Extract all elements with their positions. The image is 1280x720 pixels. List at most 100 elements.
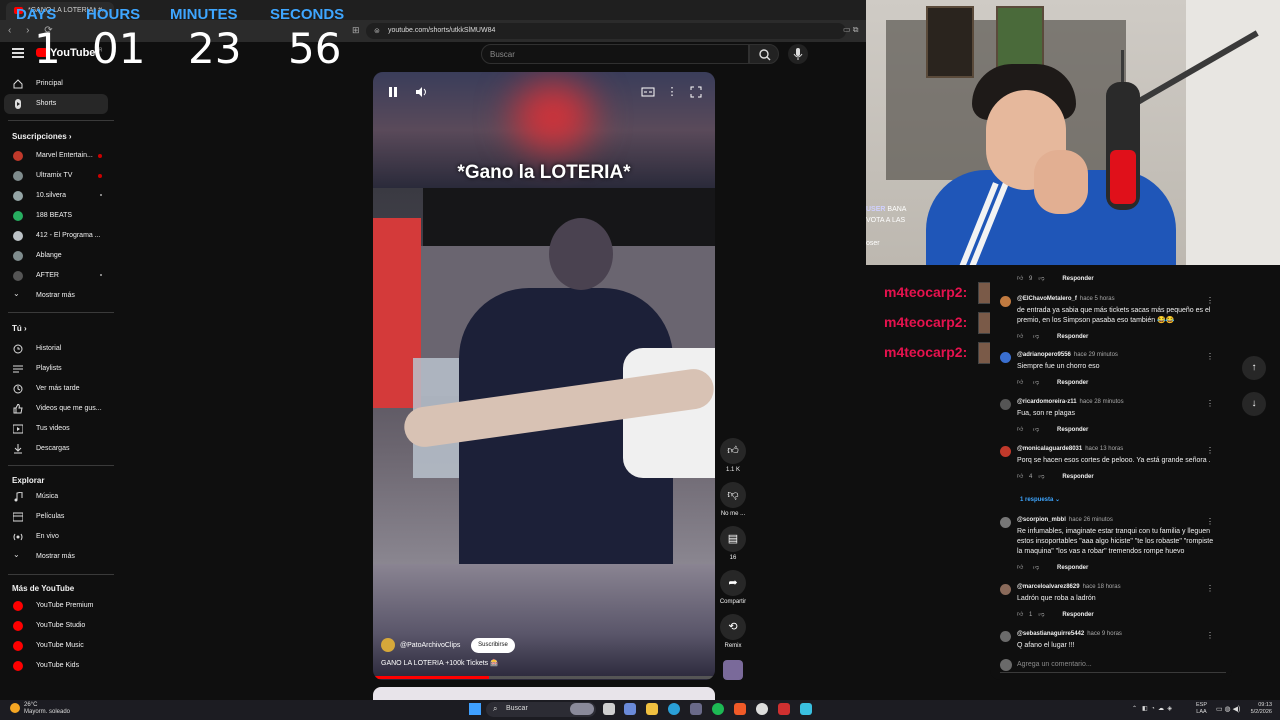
replies-toggle-button[interactable]: 1 respuesta ⌄: [1020, 496, 1060, 503]
add-comment-input[interactable]: Agrega un comentario...: [1000, 659, 1226, 673]
comment-avatar[interactable]: [1000, 446, 1011, 457]
reply-button[interactable]: Responder: [1057, 380, 1088, 386]
network-volume-icons[interactable]: ▭ ◍ ◀): [1216, 705, 1240, 713]
comments-action[interactable]: ▤ 16: [720, 526, 746, 561]
next-short-button[interactable]: ↓: [1242, 392, 1266, 416]
volume-button[interactable]: [414, 85, 428, 99]
sidebar-item-movies[interactable]: Películas: [4, 507, 108, 527]
comment-author[interactable]: @adrianopero9556 hace 29 minutos: [1017, 352, 1118, 358]
more-vert-icon[interactable]: ⋮: [1206, 631, 1214, 640]
site-info-icon[interactable]: ⊜: [374, 27, 380, 35]
comment-author[interactable]: @marceloalvarez8629 hace 18 horas: [1017, 584, 1121, 590]
channel-name[interactable]: @PatoArchivoClips: [400, 642, 460, 649]
previous-short-button[interactable]: ↑: [1242, 356, 1266, 380]
weather-widget[interactable]: 26°C Mayorm. soleado: [10, 702, 70, 716]
spotify-icon[interactable]: [712, 703, 724, 715]
sidebar-item-subscription[interactable]: Ultramix TV: [4, 166, 108, 186]
system-tray[interactable]: ⌃ ◧ ◔ ☁ ◈: [1132, 705, 1172, 712]
url-field[interactable]: ⊜ youtube.com/shorts/utkkSlMUW84: [366, 23, 846, 39]
sidebar-item-subscription[interactable]: 10.silvera: [4, 186, 108, 206]
more-vert-icon[interactable]: ⋮: [1206, 352, 1214, 361]
more-vert-icon[interactable]: ⋮: [1206, 517, 1214, 526]
thumbs-down-icon[interactable]: 👎︎: [1038, 274, 1052, 282]
short-description[interactable]: GANO LA LOTERIA +100k Tickets 🎰: [381, 659, 499, 667]
teams-icon[interactable]: [624, 703, 636, 715]
reply-button[interactable]: Responder: [1057, 427, 1088, 433]
thumbs-up-icon[interactable]: 👍︎: [1017, 378, 1027, 386]
task-view-icon[interactable]: [603, 703, 615, 715]
comment-avatar[interactable]: [1000, 399, 1011, 410]
file-explorer-icon[interactable]: [646, 703, 658, 715]
notepad-icon[interactable]: [800, 703, 812, 715]
sidebar-item-music[interactable]: Música: [4, 487, 108, 507]
you-heading[interactable]: Tú ›: [12, 324, 27, 333]
channel-avatar[interactable]: [381, 638, 395, 652]
recording-app-icon[interactable]: [778, 703, 790, 715]
remix-button[interactable]: ⟲: [720, 614, 746, 640]
more-vert-icon[interactable]: ⋮: [1206, 399, 1214, 408]
thumbs-up-icon[interactable]: 👍︎: [1017, 472, 1027, 480]
fullscreen-button[interactable]: [689, 85, 703, 99]
reply-button[interactable]: Responder: [1057, 565, 1088, 571]
widget-thumbnail-icon[interactable]: [570, 703, 594, 715]
dislike-action[interactable]: 👎︎ No me ...: [720, 482, 746, 517]
sidebar-item-subscription[interactable]: Ablange: [4, 246, 108, 266]
sidebar-item-your-videos[interactable]: Tus videos: [4, 419, 108, 439]
thumbs-up-icon[interactable]: 👍︎: [1017, 563, 1027, 571]
sidebar-item-shorts[interactable]: Shorts: [4, 94, 108, 114]
audio-thumbnail[interactable]: [723, 660, 743, 680]
reply-button[interactable]: Responder: [1062, 474, 1093, 480]
search-button[interactable]: [749, 44, 779, 64]
thumbs-down-icon[interactable]: 👎︎: [1033, 332, 1047, 340]
chrome-icon[interactable]: [756, 703, 768, 715]
next-short-preview[interactable]: [373, 687, 715, 701]
sidebar-item-show-more[interactable]: ⌄ Mostrar más: [4, 547, 108, 567]
sidebar-item-liked-videos[interactable]: Videos que me gus...: [4, 399, 108, 419]
subscribe-button[interactable]: Suscribirse: [471, 638, 515, 653]
brave-icon[interactable]: [734, 703, 746, 715]
taskbar-clock[interactable]: 09:13 5/2/2026: [1244, 702, 1272, 716]
comment-avatar[interactable]: [1000, 296, 1011, 307]
comment-avatar[interactable]: [1000, 517, 1011, 528]
more-vert-icon[interactable]: ⋮: [1206, 584, 1214, 593]
comment-author[interactable]: @sebastianaguirre5442 hace 9 horas: [1017, 631, 1122, 637]
sidebar-item-subscription[interactable]: 188 BEATS: [4, 206, 108, 226]
windows-start-icon[interactable]: [469, 703, 481, 715]
more-vert-icon[interactable]: ⋮: [1206, 296, 1214, 305]
sidebar-item-youtube-kids[interactable]: YouTube Kids: [4, 656, 108, 676]
comment-author[interactable]: @monicalaguarde8031 hace 13 horas: [1017, 446, 1123, 452]
store-icon[interactable]: [690, 703, 702, 715]
sidebar-item-home[interactable]: Principal: [4, 74, 108, 94]
captions-button[interactable]: [641, 85, 655, 99]
sidebar-item-youtube-studio[interactable]: YouTube Studio: [4, 616, 108, 636]
voice-search-button[interactable]: [788, 44, 808, 64]
subscriptions-heading[interactable]: Suscripciones ›: [12, 132, 72, 141]
thumbs-down-icon[interactable]: 👎︎: [1033, 563, 1047, 571]
sidebar-item-subscription[interactable]: AFTER: [4, 266, 108, 286]
share-button[interactable]: ➦: [720, 570, 746, 596]
more-options-button[interactable]: ⋮: [665, 85, 679, 99]
sidebar-item-youtube-premium[interactable]: YouTube Premium: [4, 596, 108, 616]
dislike-button[interactable]: 👎︎: [720, 482, 746, 508]
sidebar-item-live[interactable]: En vivo: [4, 527, 108, 547]
edge-icon[interactable]: [668, 703, 680, 715]
thumbs-down-icon[interactable]: 👎︎: [1038, 472, 1052, 480]
sidebar-item-subscription[interactable]: 412 - El Programa ...: [4, 226, 108, 246]
search-input[interactable]: Buscar: [481, 44, 749, 64]
bookmark-icon[interactable]: ⊞: [352, 25, 360, 36]
thumbs-down-icon[interactable]: 👎︎: [1038, 610, 1052, 618]
sidebar-item-watch-later[interactable]: Ver más tarde: [4, 379, 108, 399]
comment-avatar[interactable]: [1000, 584, 1011, 595]
thumbs-down-icon[interactable]: 👎︎: [1033, 425, 1047, 433]
thumbs-up-icon[interactable]: 👍︎: [1017, 425, 1027, 433]
sidebar-item-subscription[interactable]: Marvel Entertain...: [4, 146, 108, 166]
shorts-player[interactable]: *Gano la LOTERIA* ⋮ @PatoArchivoClips Su…: [373, 72, 715, 680]
progress-bar[interactable]: [373, 676, 715, 679]
remix-action[interactable]: ⟲ Remix: [720, 614, 746, 649]
comments-button[interactable]: ▤: [720, 526, 746, 552]
reply-button[interactable]: Responder: [1062, 612, 1093, 618]
comment-avatar[interactable]: [1000, 631, 1011, 642]
sidebar-item-show-more[interactable]: ⌄ Mostrar más: [4, 286, 108, 306]
thumbs-down-icon[interactable]: 👎︎: [1033, 378, 1047, 386]
more-vert-icon[interactable]: ⋮: [1206, 446, 1214, 455]
